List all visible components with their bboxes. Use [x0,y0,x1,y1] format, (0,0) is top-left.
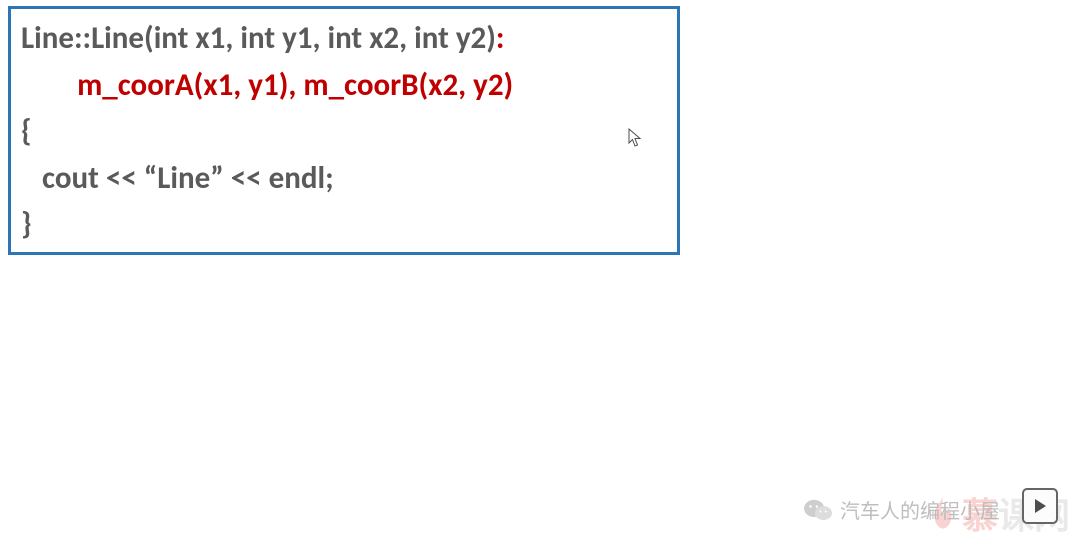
code-line-4: cout << “Line” << endl; [21,155,667,202]
code-line-2: m_coorA(x1, y1), m_coorB(x2, y2) [21,62,667,109]
watermark-text: 汽车人的编程小屋 [840,495,1000,524]
code-seg-1a: Line::Line(int x1, int y1, int x2, int y… [21,19,496,57]
code-line-1: Line::Line(int x1, int y1, int x2, int y… [21,15,667,62]
wechat-watermark: 汽车人的编程小屋 [804,495,1000,524]
play-button[interactable] [1022,488,1058,524]
code-line-3: { [21,108,667,155]
code-box: Line::Line(int x1, int y1, int x2, int y… [8,6,680,255]
code-seg-1b: : [496,19,505,57]
wechat-icon [804,498,832,522]
code-line-5: } [21,201,667,248]
play-icon [1033,498,1047,514]
